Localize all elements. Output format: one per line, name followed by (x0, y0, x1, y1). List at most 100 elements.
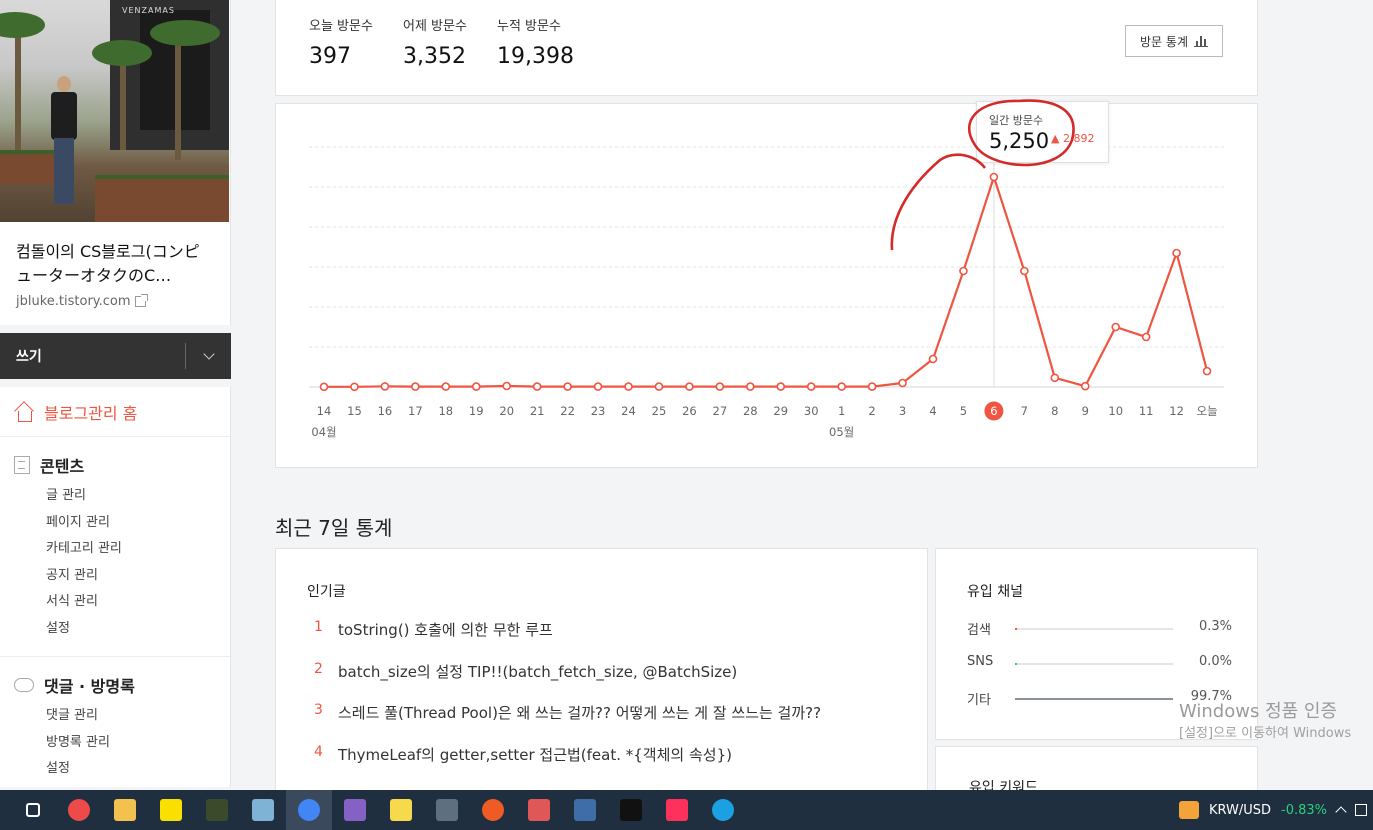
x-tick-label[interactable]: 9 (1082, 404, 1089, 418)
x-tick-label[interactable]: 5 (960, 404, 967, 418)
data-point[interactable] (471, 382, 481, 391)
taskbar-app[interactable] (608, 790, 654, 830)
x-tick-label[interactable]: 3 (899, 404, 906, 418)
x-tick-label[interactable]: 23 (591, 404, 606, 418)
menu-item-pages[interactable]: 페이지 관리 (14, 510, 230, 537)
x-tick-label[interactable]: 15 (347, 404, 362, 418)
data-point[interactable] (989, 172, 999, 182)
ticker-symbol[interactable]: KRW/USD (1209, 803, 1271, 818)
popular-post-title[interactable]: toString() 호출에 의한 무한 루프 (338, 619, 553, 661)
taskbar-app[interactable] (378, 790, 424, 830)
data-point[interactable] (350, 382, 359, 392)
popular-post-item[interactable]: 2 batch_size의 설정 TIP!!(batch_fetch_size,… (314, 661, 821, 703)
menu-group-title[interactable]: 댓글 · 방명록 (44, 673, 135, 697)
x-tick-label[interactable]: 20 (499, 404, 514, 418)
popular-post-title[interactable]: batch_size의 설정 TIP!!(batch_fetch_size, @… (338, 661, 737, 703)
taskbar-app[interactable] (194, 790, 240, 830)
taskbar-app[interactable] (10, 790, 56, 830)
x-tick-label[interactable]: 25 (652, 404, 667, 418)
popular-post-title[interactable]: ThymeLeaf의 getter,setter 접근법(feat. *{객체의… (338, 744, 732, 786)
tray-expand-icon[interactable] (1335, 806, 1347, 818)
taskbar-app[interactable] (286, 790, 332, 830)
data-point[interactable] (715, 382, 725, 391)
data-point[interactable] (1172, 248, 1181, 258)
x-tick-label[interactable]: 28 (743, 404, 758, 418)
menu-item-comments[interactable]: 댓글 관리 (14, 703, 230, 730)
ticker-change[interactable]: -0.83% (1281, 803, 1327, 818)
write-button[interactable]: 쓰기 (0, 346, 42, 366)
x-tick-label[interactable]: 1 (838, 404, 845, 418)
data-point[interactable] (563, 382, 572, 391)
blog-url[interactable]: jbluke.tistory.com (16, 294, 131, 309)
data-point[interactable] (1050, 373, 1060, 383)
data-point[interactable] (959, 266, 968, 276)
stock-widget-icon[interactable] (1178, 801, 1199, 819)
popular-post-title[interactable]: 스레드 풀(Thread Pool)은 왜 쓰는 걸까?? 어떻게 쓰는 게 잘… (338, 702, 821, 744)
menu-item-templates[interactable]: 서식 관리 (14, 589, 230, 616)
taskbar-app[interactable] (654, 790, 700, 830)
x-tick-label[interactable]: 14 (317, 404, 332, 418)
data-point[interactable] (441, 382, 451, 391)
x-tick-label[interactable]: 18 (438, 404, 453, 418)
x-tick-label[interactable]: 16 (378, 404, 393, 418)
data-point[interactable] (685, 382, 694, 391)
menu-item-content-settings[interactable]: 설정 (14, 616, 230, 643)
data-point[interactable] (1111, 322, 1121, 332)
x-tick-label[interactable]: 24 (621, 404, 636, 418)
x-tick-label[interactable]: 30 (804, 404, 819, 418)
data-point[interactable] (593, 382, 603, 391)
data-point[interactable] (411, 382, 420, 391)
menu-home[interactable]: 블로그관리 홈 (0, 387, 230, 437)
data-point[interactable] (1020, 266, 1029, 276)
x-tick-label[interactable]: 17 (408, 404, 423, 418)
menu-item-guestbook[interactable]: 방명록 관리 (14, 730, 230, 757)
x-tick-label[interactable]: 27 (713, 404, 728, 418)
data-point[interactable] (532, 382, 542, 391)
taskbar-app[interactable] (148, 790, 194, 830)
data-point[interactable] (745, 382, 755, 391)
taskbar-app[interactable] (332, 790, 378, 830)
taskbar-app[interactable] (700, 790, 746, 830)
data-point[interactable] (776, 382, 786, 391)
data-point[interactable] (898, 378, 907, 388)
data-point[interactable] (806, 382, 816, 391)
x-tick-label[interactable]: 7 (1021, 404, 1028, 418)
x-tick-label[interactable]: 12 (1169, 404, 1184, 418)
write-dropdown-toggle[interactable] (185, 343, 231, 369)
data-point[interactable] (319, 382, 329, 392)
menu-item-posts[interactable]: 글 관리 (14, 483, 230, 510)
taskbar-app[interactable] (516, 790, 562, 830)
x-tick-label[interactable]: 4 (929, 404, 936, 418)
taskbar-app[interactable] (240, 790, 286, 830)
data-point[interactable] (624, 382, 633, 391)
popular-post-item[interactable]: 3 스레드 풀(Thread Pool)은 왜 쓰는 걸까?? 어떻게 쓰는 게… (314, 702, 821, 744)
data-point[interactable] (1202, 366, 1212, 376)
data-point[interactable] (1141, 332, 1151, 342)
popular-post-item[interactable]: 1 toString() 호출에 의한 무한 루프 (314, 619, 821, 661)
menu-item-comment-settings[interactable]: 설정 (14, 756, 230, 783)
x-tick-label[interactable]: 21 (530, 404, 545, 418)
menu-item-notices[interactable]: 공지 관리 (14, 563, 230, 590)
taskbar-app[interactable] (102, 790, 148, 830)
data-point[interactable] (502, 381, 511, 391)
data-point[interactable] (1080, 381, 1090, 391)
x-tick-label[interactable]: 10 (1108, 404, 1123, 418)
data-point[interactable] (837, 382, 846, 391)
data-point[interactable] (380, 382, 390, 391)
x-tick-label[interactable]: 8 (1051, 404, 1058, 418)
taskbar-app[interactable] (56, 790, 102, 830)
x-tick-label[interactable]: 26 (682, 404, 697, 418)
x-tick-label[interactable]: 29 (773, 404, 788, 418)
x-tick-label[interactable]: 22 (560, 404, 575, 418)
x-tick-label[interactable]: 6 (990, 404, 997, 418)
taskbar-app[interactable] (470, 790, 516, 830)
taskbar-app[interactable] (562, 790, 608, 830)
visit-stats-button[interactable]: 방문 통계 (1125, 25, 1223, 57)
data-point[interactable] (654, 382, 664, 391)
menu-group-title[interactable]: 콘텐츠 (40, 453, 84, 477)
blog-url-link[interactable]: jbluke.tistory.com (0, 288, 230, 315)
data-point[interactable] (928, 354, 938, 364)
x-tick-label[interactable]: 11 (1139, 404, 1154, 418)
data-point[interactable] (867, 382, 877, 391)
x-tick-label[interactable]: 2 (868, 404, 875, 418)
